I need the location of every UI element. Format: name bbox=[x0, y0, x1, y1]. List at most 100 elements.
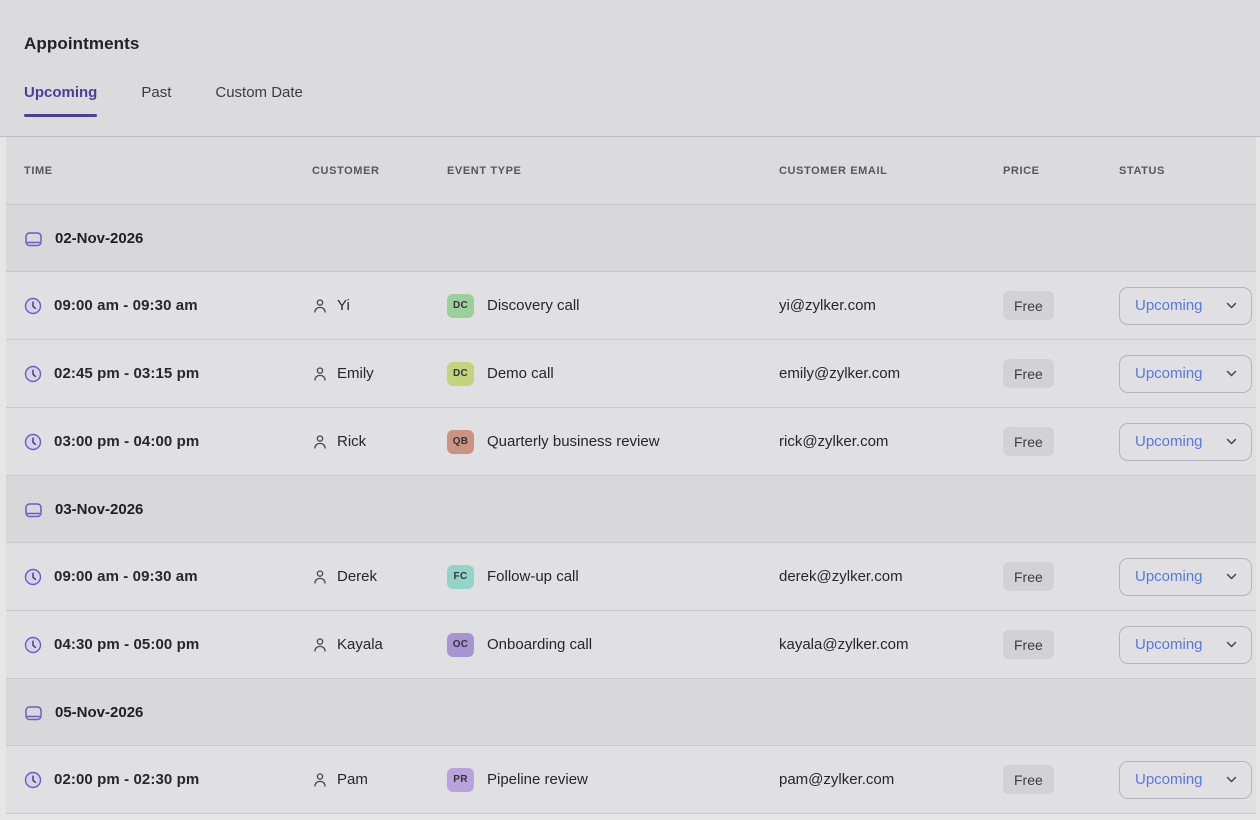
price-badge: Free bbox=[1003, 291, 1054, 320]
status-dropdown[interactable]: Upcoming bbox=[1119, 761, 1252, 799]
date-group-header: 05-Nov-2026 bbox=[6, 679, 1256, 746]
column-header-event-type: Event Type bbox=[447, 165, 779, 177]
status-cell: Upcoming bbox=[1119, 626, 1252, 664]
price-cell: Free bbox=[1003, 291, 1119, 320]
event-type-name: Follow-up call bbox=[487, 568, 579, 585]
status-cell: Upcoming bbox=[1119, 423, 1252, 461]
date-group-header: 02-Nov-2026 bbox=[6, 205, 1256, 272]
person-icon bbox=[312, 569, 328, 585]
customer-email-cell: yi@zylker.com bbox=[779, 297, 1003, 314]
customer-cell: Yi bbox=[312, 297, 447, 314]
time-range: 03:00 pm - 04:00 pm bbox=[54, 433, 199, 450]
page-title: Appointments bbox=[24, 0, 1236, 54]
appointment-row: 02:00 pm - 02:30 pm Pam PR Pipeline revi… bbox=[6, 746, 1256, 814]
chevron-down-icon bbox=[1225, 435, 1238, 448]
status-dropdown[interactable]: Upcoming bbox=[1119, 558, 1252, 596]
calendar-icon bbox=[24, 703, 43, 722]
event-type-badge: FC bbox=[447, 565, 474, 589]
customer-email: yi@zylker.com bbox=[779, 297, 876, 314]
price-cell: Free bbox=[1003, 630, 1119, 659]
event-type-cell: FC Follow-up call bbox=[447, 565, 779, 589]
customer-email-cell: kayala@zylker.com bbox=[779, 636, 1003, 653]
clock-icon bbox=[24, 568, 42, 586]
time-cell: 02:00 pm - 02:30 pm bbox=[24, 771, 312, 789]
event-type-name: Onboarding call bbox=[487, 636, 592, 653]
customer-name: Emily bbox=[337, 365, 374, 382]
column-header-price: Price bbox=[1003, 165, 1119, 177]
tab-upcoming[interactable]: Upcoming bbox=[24, 84, 97, 116]
status-dropdown[interactable]: Upcoming bbox=[1119, 355, 1252, 393]
price-badge: Free bbox=[1003, 562, 1054, 591]
appointment-row: 03:00 pm - 04:00 pm Rick QB Quarterly bu… bbox=[6, 408, 1256, 476]
tab-custom-date[interactable]: Custom Date bbox=[215, 84, 303, 116]
tab-past[interactable]: Past bbox=[141, 84, 171, 116]
status-label: Upcoming bbox=[1135, 568, 1203, 585]
customer-email: pam@zylker.com bbox=[779, 771, 894, 788]
column-header-customer-email: Customer Email bbox=[779, 165, 1003, 177]
price-badge: Free bbox=[1003, 765, 1054, 794]
status-label: Upcoming bbox=[1135, 297, 1203, 314]
customer-email: emily@zylker.com bbox=[779, 365, 900, 382]
bottom-strip bbox=[0, 814, 1260, 820]
person-icon bbox=[312, 637, 328, 653]
clock-icon bbox=[24, 297, 42, 315]
customer-cell: Pam bbox=[312, 771, 447, 788]
customer-cell: Emily bbox=[312, 365, 447, 382]
customer-email-cell: derek@zylker.com bbox=[779, 568, 1003, 585]
appointment-row: 09:00 am - 09:30 am Yi DC Discovery call… bbox=[6, 272, 1256, 340]
customer-name: Derek bbox=[337, 568, 377, 585]
clock-icon bbox=[24, 636, 42, 654]
topbar: Appointments Upcoming Past Custom Date bbox=[0, 0, 1260, 137]
customer-email-cell: rick@zylker.com bbox=[779, 433, 1003, 450]
event-type-badge: DC bbox=[447, 362, 474, 386]
appointment-row: 04:30 pm - 05:00 pm Kayala OC Onboarding… bbox=[6, 611, 1256, 679]
price-badge: Free bbox=[1003, 359, 1054, 388]
customer-cell: Derek bbox=[312, 568, 447, 585]
status-label: Upcoming bbox=[1135, 771, 1203, 788]
clock-icon bbox=[24, 365, 42, 383]
status-cell: Upcoming bbox=[1119, 355, 1252, 393]
event-type-badge: DC bbox=[447, 294, 474, 318]
column-header-status: Status bbox=[1119, 165, 1248, 177]
price-badge: Free bbox=[1003, 630, 1054, 659]
chevron-down-icon bbox=[1225, 570, 1238, 583]
price-cell: Free bbox=[1003, 427, 1119, 456]
group-rows: 09:00 am - 09:30 am Yi DC Discovery call… bbox=[6, 272, 1256, 476]
column-header-time: Time bbox=[24, 165, 312, 177]
group-rows: 02:00 pm - 02:30 pm Pam PR Pipeline revi… bbox=[6, 746, 1256, 814]
time-range: 09:00 am - 09:30 am bbox=[54, 568, 198, 585]
status-dropdown[interactable]: Upcoming bbox=[1119, 626, 1252, 664]
time-cell: 09:00 am - 09:30 am bbox=[24, 568, 312, 586]
person-icon bbox=[312, 366, 328, 382]
table-header-row: Time Customer Event Type Customer Email … bbox=[6, 137, 1256, 205]
event-type-name: Quarterly business review bbox=[487, 433, 660, 450]
time-range: 09:00 am - 09:30 am bbox=[54, 297, 198, 314]
status-cell: Upcoming bbox=[1119, 761, 1252, 799]
event-type-cell: OC Onboarding call bbox=[447, 633, 779, 657]
event-type-name: Discovery call bbox=[487, 297, 580, 314]
status-cell: Upcoming bbox=[1119, 558, 1252, 596]
tabs-bar: Upcoming Past Custom Date bbox=[24, 84, 1236, 116]
customer-email: derek@zylker.com bbox=[779, 568, 903, 585]
customer-cell: Rick bbox=[312, 433, 447, 450]
price-cell: Free bbox=[1003, 765, 1119, 794]
date-label: 05-Nov-2026 bbox=[55, 704, 143, 721]
appointments-table: Time Customer Event Type Customer Email … bbox=[6, 137, 1256, 814]
event-type-name: Pipeline review bbox=[487, 771, 588, 788]
person-icon bbox=[312, 298, 328, 314]
chevron-down-icon bbox=[1225, 299, 1238, 312]
event-type-badge: PR bbox=[447, 768, 474, 792]
price-cell: Free bbox=[1003, 359, 1119, 388]
status-label: Upcoming bbox=[1135, 365, 1203, 382]
customer-email-cell: emily@zylker.com bbox=[779, 365, 1003, 382]
date-group: 02-Nov-2026 09:00 am - 09:30 am Yi D bbox=[6, 205, 1256, 476]
time-cell: 02:45 pm - 03:15 pm bbox=[24, 365, 312, 383]
event-type-cell: DC Demo call bbox=[447, 362, 779, 386]
status-dropdown[interactable]: Upcoming bbox=[1119, 287, 1252, 325]
status-label: Upcoming bbox=[1135, 636, 1203, 653]
time-cell: 09:00 am - 09:30 am bbox=[24, 297, 312, 315]
time-range: 02:45 pm - 03:15 pm bbox=[54, 365, 199, 382]
customer-cell: Kayala bbox=[312, 636, 447, 653]
status-dropdown[interactable]: Upcoming bbox=[1119, 423, 1252, 461]
customer-name: Kayala bbox=[337, 636, 383, 653]
